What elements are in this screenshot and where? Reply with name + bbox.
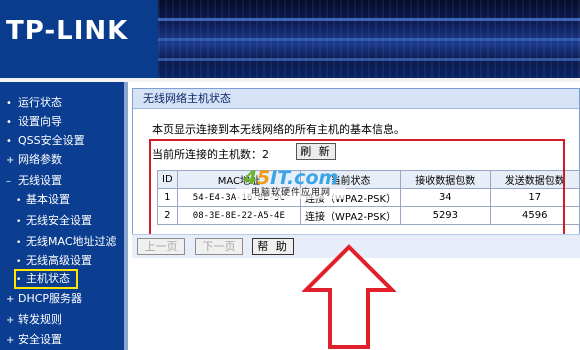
up-arrow-icon (302, 244, 396, 349)
prev-page-button[interactable]: 上一页 (137, 238, 185, 255)
sidebar-item-label: 无线设置 (18, 174, 62, 187)
sidebar-item-wizard[interactable]: • 设置向导 (6, 113, 62, 131)
next-page-button[interactable]: 下一页 (195, 238, 243, 255)
bullet-icon: • (16, 275, 22, 285)
sidebar-item-label: 无线安全设置 (26, 214, 92, 227)
expand-icon: + (6, 294, 15, 305)
sidebar-item-label: 基本设置 (26, 193, 70, 206)
header-decoration (158, 0, 580, 80)
expand-icon: + (6, 315, 15, 326)
sidebar-item-network[interactable]: + 网络参数 (6, 151, 62, 169)
sidebar-item-label: 安全设置 (18, 333, 62, 346)
sidebar-item-qss[interactable]: • QSS安全设置 (6, 132, 85, 150)
sidebar-item-label: 设置向导 (18, 115, 62, 128)
help-button[interactable]: 帮 助 (252, 238, 294, 255)
bullet-icon: • (6, 117, 12, 128)
sidebar-item-basic[interactable]: • 基本设置 (16, 191, 70, 209)
bullet-icon: • (16, 196, 22, 206)
sidebar-item-mac-filter[interactable]: • 无线MAC地址过滤 (16, 233, 117, 251)
bullet-icon: • (16, 238, 22, 248)
sidebar-item-host-status[interactable]: • 主机状态 (14, 269, 78, 289)
logo-area: TP-LINK (0, 0, 158, 80)
panel-title: 无线网络主机状态 (133, 89, 579, 109)
sidebar-item-security[interactable]: + 安全设置 (6, 331, 62, 349)
sidebar-item-wireless[interactable]: – 无线设置 (6, 172, 62, 190)
bullet-icon: • (16, 217, 22, 227)
sidebar-item-label: 运行状态 (18, 96, 62, 109)
sidebar-nav: • 运行状态 • 设置向导 • QSS安全设置 + 网络参数 – 无线设置 • 基本设置 •… (0, 82, 124, 350)
sidebar-item-label: 无线高级设置 (26, 254, 92, 267)
expand-icon: + (6, 335, 15, 346)
brand-logo: TP-LINK (6, 16, 129, 46)
sidebar-item-label: 网络参数 (18, 153, 62, 166)
sidebar-item-status[interactable]: • 运行状态 (6, 94, 62, 112)
highlight-box (149, 139, 565, 236)
sidebar-item-label: 主机状态 (26, 272, 70, 285)
sidebar-item-forwarding[interactable]: + 转发规则 (6, 311, 62, 329)
sidebar-item-label: QSS安全设置 (18, 134, 85, 147)
sidebar-item-label: DHCP服务器 (18, 292, 83, 305)
sidebar-item-label: 转发规则 (18, 313, 62, 326)
expand-icon: + (6, 155, 15, 166)
header-banner: TP-LINK (0, 0, 580, 80)
sidebar-item-wireless-security[interactable]: • 无线安全设置 (16, 212, 92, 230)
collapse-icon: – (6, 176, 11, 187)
intro-text: 本页显示连接到本无线网络的所有主机的基本信息。 (152, 123, 405, 136)
sidebar-item-label: 无线MAC地址过滤 (26, 235, 117, 248)
sidebar-item-advanced[interactable]: • 无线高级设置 (16, 252, 92, 270)
bullet-icon: • (6, 136, 12, 147)
sidebar-item-dhcp[interactable]: + DHCP服务器 (6, 290, 82, 308)
bullet-icon: • (6, 98, 12, 109)
